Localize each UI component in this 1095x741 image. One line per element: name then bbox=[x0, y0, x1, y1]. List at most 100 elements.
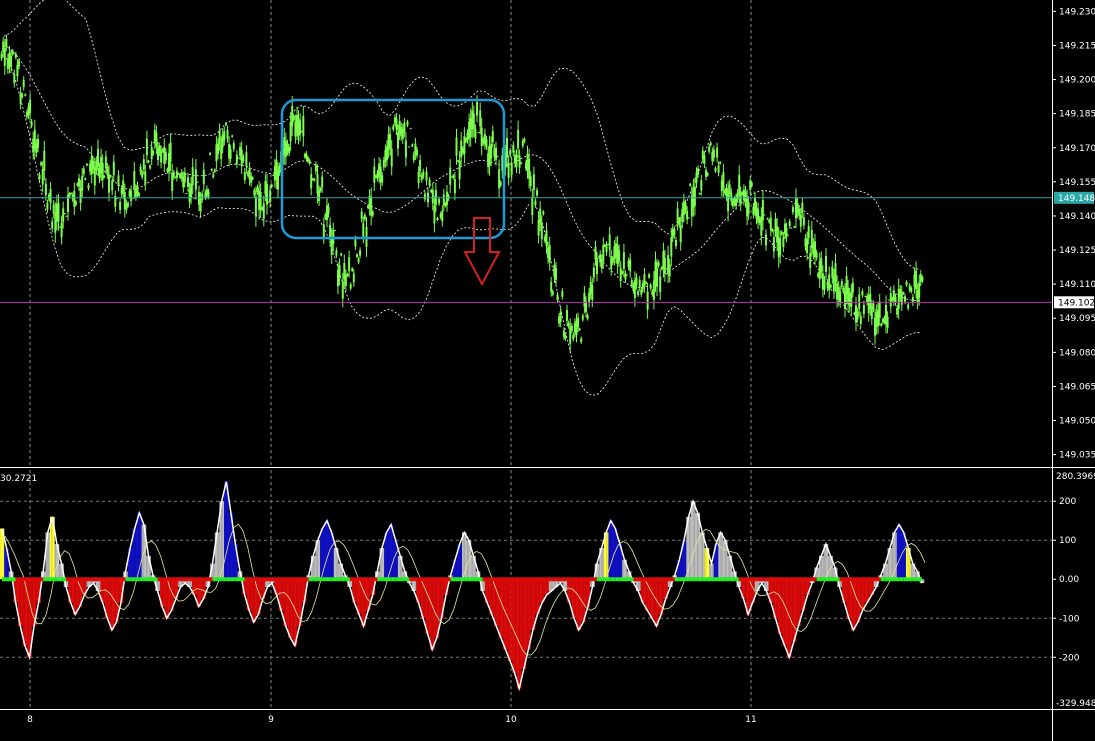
candle-body bbox=[605, 245, 608, 253]
candle-body bbox=[223, 131, 226, 141]
candle-body bbox=[534, 200, 537, 206]
candle-body bbox=[455, 137, 458, 156]
candle-body bbox=[340, 253, 343, 256]
candle-body bbox=[438, 198, 441, 204]
candle-body bbox=[82, 168, 85, 174]
candle-body bbox=[138, 193, 140, 196]
candle-body bbox=[270, 184, 273, 187]
candle-body bbox=[496, 156, 499, 158]
candle-body bbox=[594, 246, 597, 260]
candle-body bbox=[697, 168, 700, 175]
candle-body bbox=[30, 121, 33, 126]
candle-body bbox=[498, 169, 501, 189]
candle-body bbox=[528, 159, 531, 179]
candle-body bbox=[722, 172, 725, 189]
candle-body bbox=[269, 190, 272, 202]
candle-body bbox=[185, 193, 188, 194]
price-tick-label: 149.080 bbox=[1059, 348, 1095, 358]
candle-body bbox=[648, 274, 651, 278]
candle-body bbox=[302, 116, 305, 137]
price-flag-label: 149.148 bbox=[1058, 194, 1095, 204]
candle-body bbox=[491, 131, 494, 143]
candle-body bbox=[130, 190, 133, 202]
price-tick-label: 149.065 bbox=[1059, 382, 1095, 392]
candle-body bbox=[839, 291, 842, 303]
candle-body bbox=[18, 60, 20, 67]
candle-body bbox=[139, 166, 142, 173]
candle-body bbox=[441, 210, 444, 222]
candle-body bbox=[518, 155, 521, 168]
candle-body bbox=[46, 202, 49, 210]
candle-body bbox=[308, 160, 311, 164]
candle-body bbox=[802, 217, 805, 226]
candle-body bbox=[349, 284, 352, 289]
candle-body bbox=[649, 284, 652, 289]
date-label: 11 bbox=[745, 715, 756, 725]
candle-body bbox=[288, 146, 291, 154]
candle-body bbox=[251, 177, 254, 180]
candle-body bbox=[545, 230, 548, 246]
candle-body bbox=[878, 301, 881, 318]
candle-body bbox=[678, 219, 681, 225]
candle-body bbox=[646, 291, 649, 310]
candle-body bbox=[532, 174, 535, 190]
candle-body bbox=[212, 174, 215, 178]
candle-body bbox=[880, 323, 883, 326]
candle-body bbox=[657, 262, 660, 267]
candle-body bbox=[921, 277, 924, 281]
indicator-min-label: -329.9487 bbox=[1056, 699, 1095, 709]
price-chart[interactable]: 149.230 149.215 149.200 149.185 149.170 149.1… bbox=[0, 0, 1095, 741]
candle-body bbox=[10, 55, 13, 68]
candle-body bbox=[142, 159, 145, 170]
candle-body bbox=[155, 132, 158, 148]
candle-body bbox=[578, 328, 581, 331]
candle-body bbox=[577, 317, 580, 328]
price-tick-label: 149.035 bbox=[1059, 451, 1095, 461]
candle-body bbox=[730, 192, 733, 202]
candle-body bbox=[310, 174, 313, 189]
candle-body bbox=[458, 160, 461, 180]
candle-body bbox=[3, 48, 6, 66]
date-label: 8 bbox=[27, 715, 33, 725]
candle-body bbox=[103, 175, 106, 178]
candle-body bbox=[771, 229, 774, 232]
candle-body bbox=[542, 211, 545, 215]
candle-body bbox=[566, 310, 568, 321]
candle-body bbox=[823, 280, 826, 290]
candle-body bbox=[371, 211, 374, 216]
candle-body bbox=[596, 259, 598, 274]
candle-body bbox=[550, 281, 553, 292]
candle-body bbox=[299, 120, 302, 135]
candle-body bbox=[217, 143, 219, 155]
candle-body bbox=[57, 203, 60, 222]
candle-body bbox=[51, 221, 54, 229]
candle-body bbox=[207, 191, 210, 197]
candle-body bbox=[359, 250, 362, 256]
candle-body bbox=[266, 184, 268, 205]
candle-body bbox=[277, 171, 279, 190]
candle-body bbox=[787, 234, 790, 236]
candle-body bbox=[419, 160, 422, 172]
candle-body bbox=[708, 146, 711, 152]
price-tick-label: 149.170 bbox=[1059, 144, 1095, 154]
candle-body bbox=[37, 138, 39, 148]
candle-body bbox=[638, 279, 641, 288]
candle-body bbox=[44, 183, 47, 195]
candle-body bbox=[278, 165, 281, 173]
candle-body bbox=[551, 291, 554, 295]
candle-body bbox=[703, 155, 706, 164]
candle-body bbox=[904, 296, 906, 302]
price-tick-label: 149.095 bbox=[1059, 314, 1095, 324]
candle-body bbox=[520, 162, 523, 164]
candle-body bbox=[63, 213, 66, 215]
date-label: 10 bbox=[505, 715, 517, 725]
candle-body bbox=[624, 273, 627, 280]
candle-body bbox=[561, 291, 564, 297]
candle-body bbox=[588, 292, 591, 303]
candle-body bbox=[52, 204, 55, 214]
candle-body bbox=[183, 172, 186, 183]
candle-body bbox=[763, 214, 766, 216]
candle-body bbox=[357, 258, 360, 263]
candle-body bbox=[164, 152, 167, 161]
indicator-tick-label: 0.00 bbox=[1059, 575, 1079, 585]
